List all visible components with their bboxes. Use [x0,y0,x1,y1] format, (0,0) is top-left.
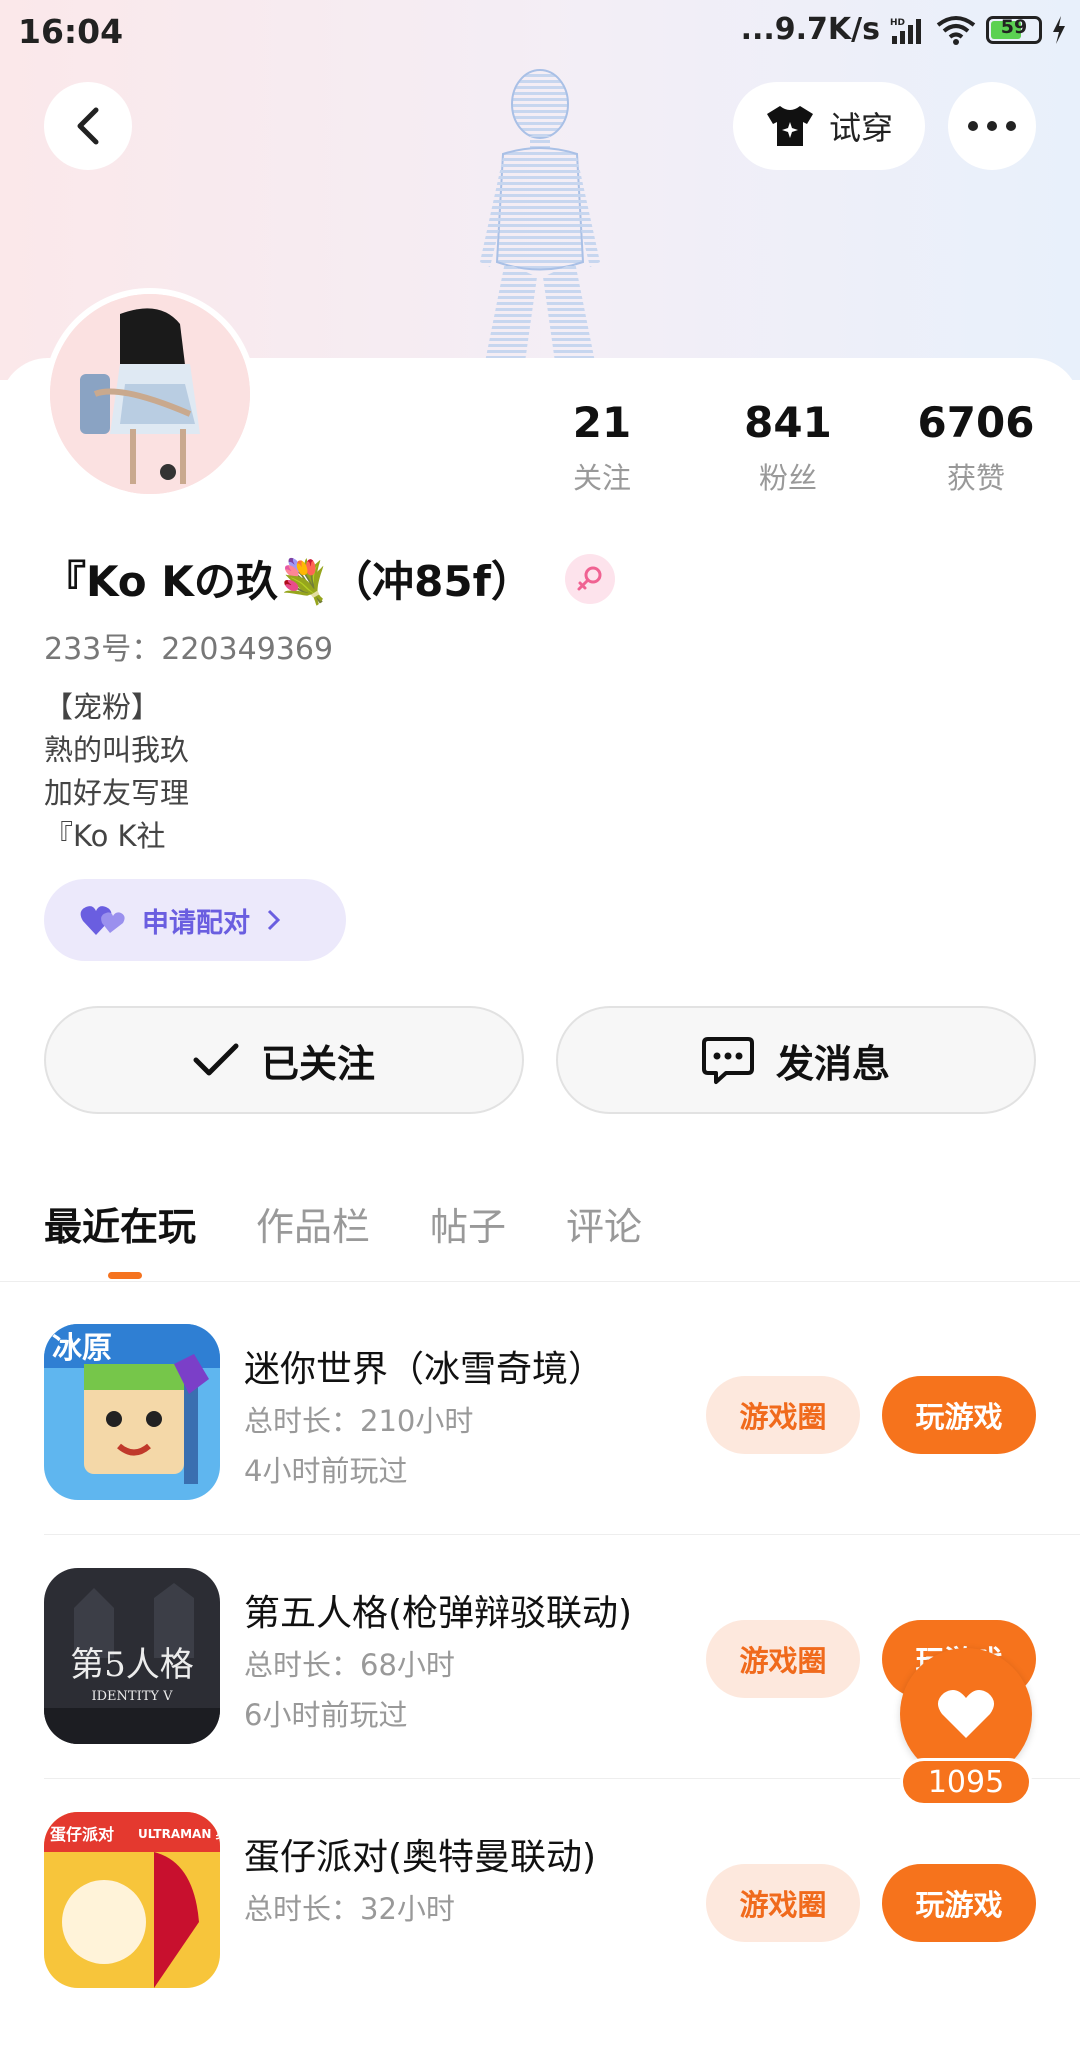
svg-text:HD: HD [890,18,905,28]
try-on-button[interactable]: 试穿 [733,82,925,170]
tab-works[interactable]: 作品栏 [256,1196,370,1251]
bio: 【宠粉】 熟的叫我玖 加好友写理 『Ko K社 [44,686,189,858]
chevron-right-icon [267,909,281,931]
tab-recently-played[interactable]: 最近在玩 [44,1196,196,1251]
more-button[interactable] [948,82,1036,170]
followers-stat[interactable]: 841 粉丝 [718,398,858,497]
game-circle-button[interactable]: 游戏圈 [706,1620,860,1698]
bio-line: 【宠粉】 [44,690,161,724]
followed-button[interactable]: 已关注 [44,1006,524,1114]
charging-icon [1053,15,1065,44]
tab-posts[interactable]: 帖子 [430,1196,506,1251]
svg-text:蛋仔派对: 蛋仔派对 [50,1825,114,1844]
following-stat[interactable]: 21 关注 [532,398,672,497]
divider [0,1281,1080,1282]
game-title: 迷你世界（冰雪奇境） [244,1349,605,1390]
likes-stat[interactable]: 6706 获赞 [906,398,1046,497]
game-total-time: 总时长：32小时 [244,1892,455,1926]
message-icon [701,1037,754,1084]
game-total-time: 总时长：68小时 [244,1648,455,1682]
like-count: 1095 [900,1758,1032,1806]
divider [44,1534,1080,1535]
double-heart-icon [80,906,125,935]
game-total-time: 总时长：210小时 [244,1404,474,1438]
network-speed: ...9.7K/s [740,12,880,47]
game-last-played: 4小时前玩过 [244,1454,408,1488]
tab-comments[interactable]: 评论 [566,1196,642,1251]
heart-icon [937,1689,995,1738]
signal-icon: HD [890,18,921,44]
nickname: 『Ko Kの玖💐（冲85f） [44,557,533,606]
check-icon [193,1043,239,1076]
avatar-illustration [50,294,250,494]
try-on-label: 试穿 [828,109,893,147]
play-game-button[interactable]: 玩游戏 [882,1864,1036,1942]
game-title: 第五人格(枪弹辩驳联动) [244,1593,633,1634]
play-game-button[interactable]: 玩游戏 [882,1376,1036,1454]
back-arrow-icon [77,107,99,145]
send-message-button[interactable]: 发消息 [556,1006,1036,1114]
game-circle-button[interactable]: 游戏圈 [706,1864,860,1942]
game-icon-eggy-party[interactable]: 蛋仔派对 ULTRAMAN 奥特曼 [44,1812,220,1988]
svg-text:第5人格: 第5人格 [70,1645,194,1685]
back-button[interactable] [44,82,132,170]
bio-line: 加好友写理 [44,776,190,810]
followed-label: 已关注 [260,1041,375,1086]
game-title: 蛋仔派对(奥特曼联动) [244,1837,597,1878]
user-id: 233号：220349369 [44,632,334,667]
bio-line: 熟的叫我玖 [44,733,190,767]
game-icon-mini-world[interactable]: 冰原 [44,1324,220,1500]
apply-pair-label: 申请配对 [142,907,250,939]
female-icon [564,553,615,604]
active-tab-indicator [108,1272,142,1279]
wifi-icon [936,15,976,45]
profile-tabs: 最近在玩 作品栏 帖子 评论 [44,1196,642,1251]
tshirt-icon [766,106,813,146]
bio-line: 『Ko K社 [44,819,166,853]
send-message-label: 发消息 [775,1041,890,1086]
more-dots-icon [968,121,1016,131]
game-row[interactable]: 蛋仔派对 ULTRAMAN 奥特曼 蛋仔派对(奥特曼联动) 总时长：32小时 游… [44,1812,1080,2056]
apply-pair-button[interactable]: 申请配对 [44,879,346,961]
status-bar: 16:04 ...9.7K/s HD 59 [0,0,1080,64]
svg-text:IDENTITY V: IDENTITY V [91,1689,173,1704]
svg-text:冰原: 冰原 [52,1331,112,1366]
avatar[interactable] [44,288,256,500]
game-icon-identity-v[interactable]: 第5人格 IDENTITY V [44,1568,220,1744]
nickname-row: 『Ko Kの玖💐（冲85f） [44,548,615,609]
game-row[interactable]: 冰原 迷你世界（冰雪奇境） 总时长：210小时 4小时前玩过 游戏圈 玩游戏 [44,1324,1080,1568]
game-last-played: 6小时前玩过 [244,1698,408,1732]
svg-text:ULTRAMAN 奥特曼: ULTRAMAN 奥特曼 [138,1826,220,1841]
game-circle-button[interactable]: 游戏圈 [706,1376,860,1454]
dress-up-figure [480,69,600,362]
status-time: 16:04 [18,12,124,51]
battery-icon: 59 [986,15,1042,44]
